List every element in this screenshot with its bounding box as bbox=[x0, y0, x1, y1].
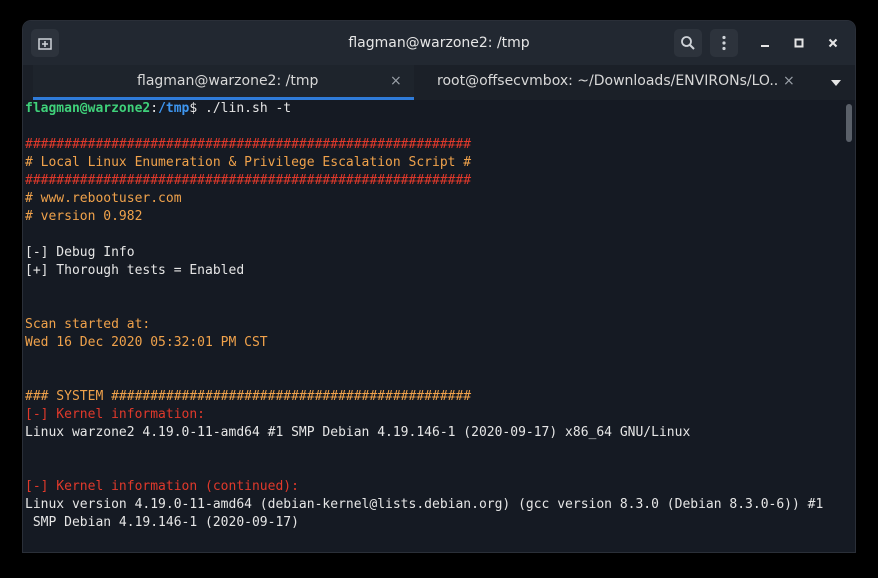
menu-button[interactable] bbox=[710, 29, 738, 57]
kebab-menu-icon bbox=[722, 35, 726, 51]
prompt-line: flagman@warzone2:/tmp$ ./lin.sh -t bbox=[25, 100, 291, 118]
minimize-button[interactable] bbox=[755, 33, 775, 53]
kernel-cont-label: [-] Kernel information (continued): bbox=[25, 479, 299, 494]
search-icon bbox=[681, 36, 695, 50]
search-button[interactable] bbox=[674, 29, 702, 57]
prompt-command: ./lin.sh -t bbox=[197, 101, 292, 116]
terminal-window: flagman@warzone2: /tmp flagman@warzone2:… bbox=[23, 21, 855, 552]
maximize-icon bbox=[794, 38, 804, 48]
hash-line-bottom: ########################################… bbox=[25, 173, 472, 188]
version-line: # version 0.982 bbox=[25, 209, 143, 224]
website-line: # www.rebootuser.com bbox=[25, 191, 182, 206]
title-bar[interactable]: flagman@warzone2: /tmp bbox=[23, 21, 855, 65]
scan-date-line: Wed 16 Dec 2020 05:32:01 PM CST bbox=[25, 335, 268, 350]
terminal-output[interactable]: flagman@warzone2:/tmp$ ./lin.sh -t #####… bbox=[23, 100, 843, 552]
kernel-cont-value-1: Linux version 4.19.0-11-amd64 (debian-ke… bbox=[25, 497, 824, 512]
close-button[interactable] bbox=[823, 33, 843, 53]
kernel-info-value: Linux warzone2 4.19.0-11-amd64 #1 SMP De… bbox=[25, 425, 691, 440]
scan-started-line: Scan started at: bbox=[25, 317, 151, 332]
debug-info-line: [-] Debug Info bbox=[25, 245, 135, 260]
tab-close-icon[interactable]: × bbox=[783, 65, 795, 98]
kernel-info-label: [-] Kernel information: bbox=[25, 407, 206, 422]
prompt-path: /tmp bbox=[158, 101, 190, 116]
prompt-colon: : bbox=[150, 101, 159, 116]
system-header: ### SYSTEM #############################… bbox=[25, 389, 472, 404]
script-title: # Local Linux Enumeration & Privilege Es… bbox=[25, 155, 472, 170]
scrollbar-thumb[interactable] bbox=[846, 104, 852, 142]
tab-list-button[interactable] bbox=[823, 65, 849, 100]
scrollbar[interactable] bbox=[843, 100, 855, 552]
tab-root[interactable]: root@offsecvmbox: ~/Downloads/ENVIRONs/L… bbox=[415, 65, 801, 100]
tab-flagman[interactable]: flagman@warzone2: /tmp × bbox=[33, 65, 414, 100]
minimize-icon bbox=[761, 45, 769, 47]
tab-close-icon[interactable]: × bbox=[390, 65, 402, 98]
maximize-button[interactable] bbox=[789, 33, 809, 53]
close-icon bbox=[828, 38, 838, 48]
hash-line-top: ########################################… bbox=[25, 137, 472, 152]
tab-bar: flagman@warzone2: /tmp × root@offsecvmbo… bbox=[23, 65, 855, 100]
tab-label: root@offsecvmbox: ~/Downloads/ENVIRONs/L… bbox=[437, 73, 777, 89]
tab-label: flagman@warzone2: /tmp bbox=[137, 73, 319, 89]
prompt-user-host: flagman@warzone2 bbox=[25, 101, 151, 116]
chevron-down-icon bbox=[831, 79, 841, 86]
thorough-line: [+] Thorough tests = Enabled bbox=[25, 263, 245, 278]
kernel-cont-value-2: SMP Debian 4.19.146-1 (2020-09-17) bbox=[25, 515, 299, 530]
